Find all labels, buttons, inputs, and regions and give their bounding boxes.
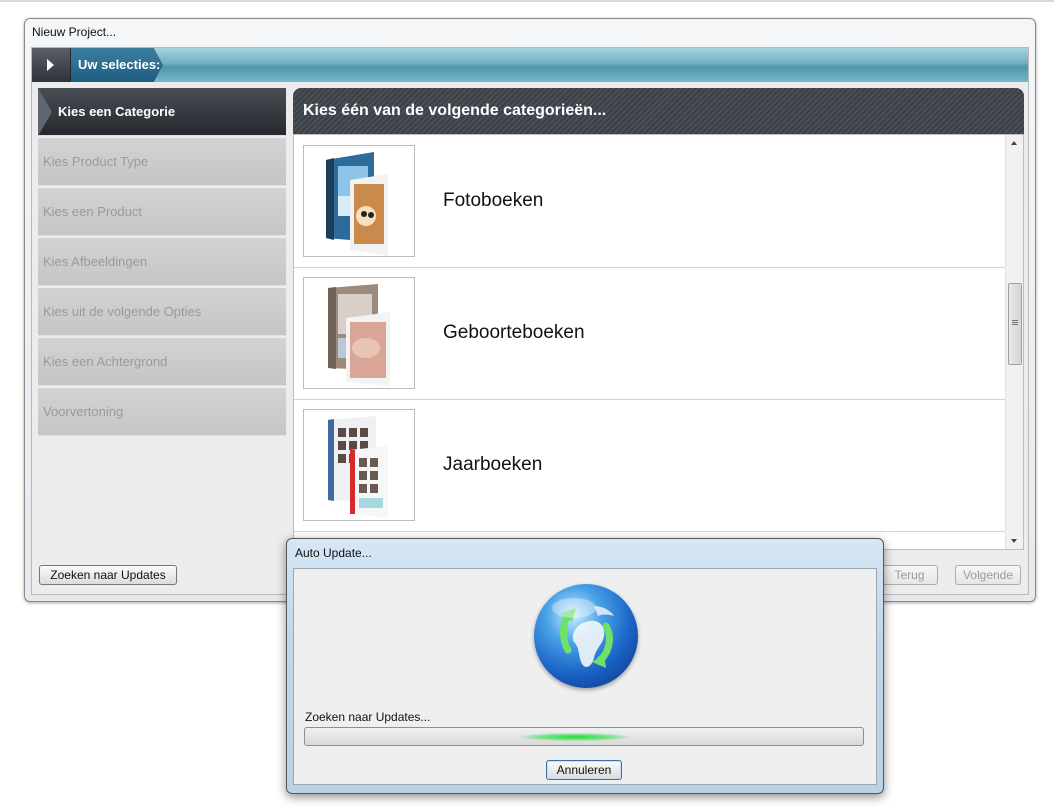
panel-header: Kies één van de volgende categorieën... xyxy=(293,88,1024,134)
category-item-jaarboeken[interactable]: Jaarboeken xyxy=(294,399,1005,532)
category-panel: Kies één van de volgende categorieën... xyxy=(293,88,1024,568)
cancel-button[interactable]: Annuleren xyxy=(546,760,622,780)
scroll-down-button[interactable] xyxy=(1006,532,1023,549)
selection-toggle-button[interactable] xyxy=(32,48,71,82)
selection-label: Uw selecties: xyxy=(71,48,163,82)
wizard-steps: Kies een Categorie Kies Product Type Kie… xyxy=(38,88,286,438)
grip-line xyxy=(1012,320,1018,321)
category-label: Geboorteboeken xyxy=(443,322,585,343)
birthbook-thumbnail xyxy=(303,277,415,389)
step-voorvertoning[interactable]: Voorvertoning xyxy=(38,388,286,436)
next-button[interactable]: Volgende xyxy=(955,565,1021,585)
search-updates-button[interactable]: Zoeken naar Updates xyxy=(39,565,177,585)
grip-line xyxy=(1012,322,1018,323)
step-kies-product[interactable]: Kies een Product xyxy=(38,188,286,236)
window-title: Nieuw Project... xyxy=(32,25,117,39)
top-border xyxy=(0,0,1054,2)
step-kies-categorie[interactable]: Kies een Categorie xyxy=(38,88,286,136)
arrow-up-icon xyxy=(1011,141,1017,145)
step-kies-product-type[interactable]: Kies Product Type xyxy=(38,138,286,186)
scroll-thumb[interactable] xyxy=(1008,283,1022,365)
category-list: Fotoboeken Geboorteboeken Jaarboeken xyxy=(293,134,1024,550)
update-status-text: Zoeken naar Updates... xyxy=(305,710,431,724)
main-window: Nieuw Project... Uw selecties: Kies een … xyxy=(24,18,1036,602)
step-kies-afbeeldingen[interactable]: Kies Afbeeldingen xyxy=(38,238,286,286)
yearbook-thumbnail xyxy=(303,409,415,521)
grip-line xyxy=(1012,324,1018,325)
photobook-thumbnail xyxy=(303,145,415,257)
step-kies-achtergrond[interactable]: Kies een Achtergrond xyxy=(38,338,286,386)
category-item-geboorteboeken[interactable]: Geboorteboeken xyxy=(294,267,1005,400)
progress-indicator xyxy=(520,733,630,741)
category-item-fotoboeken[interactable]: Fotoboeken xyxy=(294,135,1005,268)
back-button[interactable]: Terug xyxy=(881,565,938,585)
category-label: Jaarboeken xyxy=(443,454,543,475)
globe-refresh-icon xyxy=(534,584,638,688)
category-scrollbar[interactable] xyxy=(1005,135,1023,549)
arrow-down-icon xyxy=(1011,539,1017,543)
dialog-title: Auto Update... xyxy=(295,546,372,560)
auto-update-dialog: Auto Update... Zoeken naar Updates... An… xyxy=(286,538,884,794)
dialog-client: Zoeken naar Updates... Annuleren xyxy=(293,568,877,785)
update-progress-bar xyxy=(304,727,864,746)
category-label: Fotoboeken xyxy=(443,190,544,211)
window-client: Uw selecties: Kies een Categorie Kies Pr… xyxy=(31,47,1029,595)
step-kies-opties[interactable]: Kies uit de volgende Opties xyxy=(38,288,286,336)
selection-bar: Uw selecties: xyxy=(32,48,1028,82)
scroll-up-button[interactable] xyxy=(1006,135,1023,152)
play-arrow-icon xyxy=(47,59,54,71)
